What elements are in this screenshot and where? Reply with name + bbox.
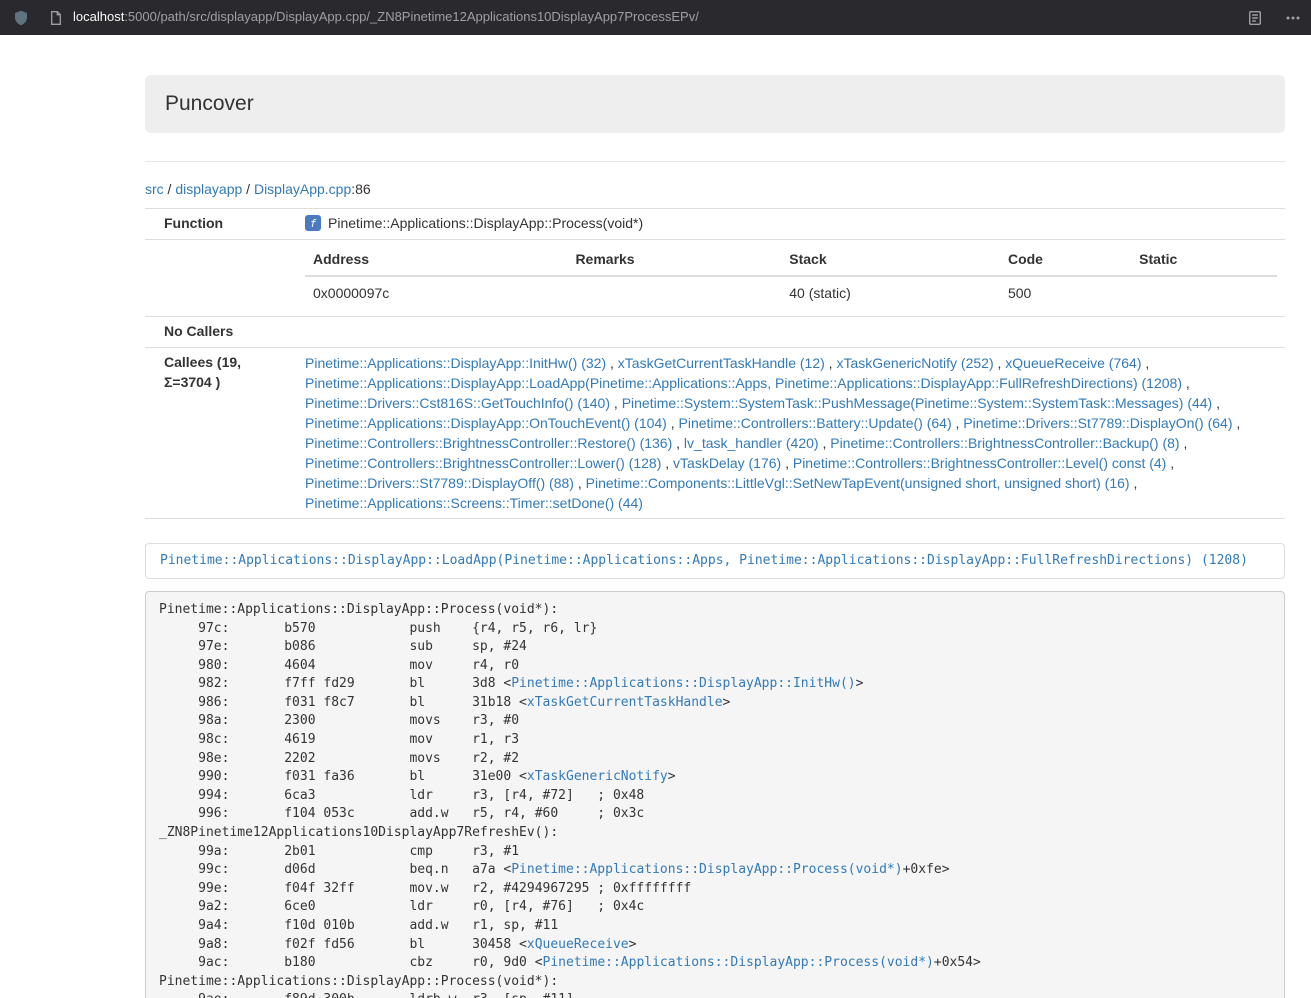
disassembly-symbol-link[interactable]: xTaskGetCurrentTaskHandle xyxy=(527,695,723,710)
breadcrumb-line-number: :86 xyxy=(351,181,370,197)
browser-toolbar: localhost:5000/path/src/displayapp/Displ… xyxy=(0,0,1311,35)
callee-link[interactable]: Pinetime::Controllers::BrightnessControl… xyxy=(305,435,672,451)
no-callers-row: No Callers xyxy=(145,316,1285,347)
highlighted-callee-link[interactable]: Pinetime::Applications::DisplayApp::Load… xyxy=(160,553,1248,568)
callee-link[interactable]: xTaskGenericNotify (252) xyxy=(836,355,993,371)
url-path: :5000/path/src/displayapp/DisplayApp.cpp… xyxy=(124,9,699,24)
divider xyxy=(145,161,1285,162)
callee-link[interactable]: Pinetime::Drivers::Cst816S::GetTouchInfo… xyxy=(305,395,610,411)
function-label: Function xyxy=(145,208,297,239)
symbol-table: Function f Pinetime::Applications::Displ… xyxy=(145,208,1285,519)
callee-link[interactable]: Pinetime::Components::LittleVgl::SetNewT… xyxy=(586,475,1130,491)
callees-list: Pinetime::Applications::DisplayApp::Init… xyxy=(297,347,1285,518)
callee-link[interactable]: Pinetime::Drivers::St7789::DisplayOn() (… xyxy=(963,415,1232,431)
stack-value: 40 (static) xyxy=(781,276,1000,311)
disassembly-symbol-link[interactable]: Pinetime::Applications::DisplayApp::Init… xyxy=(511,676,855,691)
function-name: Pinetime::Applications::DisplayApp::Proc… xyxy=(328,215,643,231)
metrics-table: Address Remarks Stack Code Static 0x0000… xyxy=(305,245,1277,311)
col-stack: Stack xyxy=(781,245,1000,276)
col-static: Static xyxy=(1131,245,1277,276)
svg-text:f: f xyxy=(310,217,317,230)
code-value: 500 xyxy=(1000,276,1131,311)
disassembly-symbol-link[interactable]: xTaskGenericNotify xyxy=(527,769,668,784)
breadcrumb-link[interactable]: DisplayApp.cpp xyxy=(254,181,351,197)
static-value xyxy=(1131,276,1277,311)
callee-link[interactable]: Pinetime::Controllers::Battery::Update()… xyxy=(679,415,952,431)
breadcrumb-separator: / xyxy=(164,181,176,197)
address-value: 0x0000097c xyxy=(305,276,567,311)
disassembly-symbol-link[interactable]: Pinetime::Applications::DisplayApp::Proc… xyxy=(511,862,902,877)
reader-mode-icon[interactable] xyxy=(1247,10,1263,26)
callee-link[interactable]: vTaskDelay (176) xyxy=(673,455,781,471)
empty-label xyxy=(145,239,297,316)
no-callers-label: No Callers xyxy=(145,316,297,347)
callee-link[interactable]: xTaskGetCurrentTaskHandle (12) xyxy=(618,355,825,371)
callee-link[interactable]: lv_task_handler (420) xyxy=(684,435,819,451)
callee-link[interactable]: Pinetime::Controllers::BrightnessControl… xyxy=(793,455,1166,471)
breadcrumb-link[interactable]: src xyxy=(145,181,164,197)
no-callers-content xyxy=(297,316,1285,347)
function-row: Function f Pinetime::Applications::Displ… xyxy=(145,208,1285,239)
disassembly-symbol-link[interactable]: xQueueReceive xyxy=(527,937,629,952)
main-content: Puncover src / displayapp / DisplayApp.c… xyxy=(145,35,1285,998)
url-bar[interactable]: localhost:5000/path/src/displayapp/Displ… xyxy=(73,8,699,27)
page-info-icon[interactable] xyxy=(48,10,64,26)
highlighted-callee-box: Pinetime::Applications::DisplayApp::Load… xyxy=(145,543,1285,579)
callee-link[interactable]: Pinetime::Applications::DisplayApp::Init… xyxy=(305,355,606,371)
breadcrumb-link[interactable]: displayapp xyxy=(175,181,242,197)
col-code: Code xyxy=(1000,245,1131,276)
disassembly-symbol-link[interactable]: Pinetime::Applications::DisplayApp::Proc… xyxy=(543,955,934,970)
more-options-icon[interactable] xyxy=(1285,10,1301,26)
callee-link[interactable]: Pinetime::Applications::DisplayApp::Load… xyxy=(305,375,1182,391)
callee-link[interactable]: Pinetime::Applications::Screens::Timer::… xyxy=(305,495,643,511)
callee-link[interactable]: Pinetime::Controllers::BrightnessControl… xyxy=(830,435,1179,451)
col-remarks: Remarks xyxy=(567,245,781,276)
tracking-protection-shield-icon[interactable] xyxy=(13,10,29,26)
callee-link[interactable]: Pinetime::System::SystemTask::PushMessag… xyxy=(622,395,1213,411)
callee-link[interactable]: Pinetime::Drivers::St7789::DisplayOff() … xyxy=(305,475,574,491)
callee-link[interactable]: xQueueReceive (764) xyxy=(1005,355,1141,371)
function-icon: f xyxy=(305,215,321,231)
remarks-value xyxy=(567,276,781,311)
breadcrumb: src / displayapp / DisplayApp.cpp:86 xyxy=(145,180,1285,200)
callees-row: Callees (19, Σ=3704 ) Pinetime::Applicat… xyxy=(145,347,1285,518)
col-address: Address xyxy=(305,245,567,276)
app-header: Puncover xyxy=(145,75,1285,133)
callee-link[interactable]: Pinetime::Controllers::BrightnessControl… xyxy=(305,455,661,471)
disassembly: Pinetime::Applications::DisplayApp::Proc… xyxy=(145,591,1285,998)
page-title: Puncover xyxy=(165,89,1265,119)
breadcrumb-separator: / xyxy=(242,181,254,197)
callees-label: Callees (19, Σ=3704 ) xyxy=(145,347,297,518)
url-host: localhost xyxy=(73,9,124,24)
metrics-row: Address Remarks Stack Code Static 0x0000… xyxy=(145,239,1285,316)
table-row: 0x0000097c 40 (static) 500 xyxy=(305,276,1277,311)
callee-link[interactable]: Pinetime::Applications::DisplayApp::OnTo… xyxy=(305,415,667,431)
